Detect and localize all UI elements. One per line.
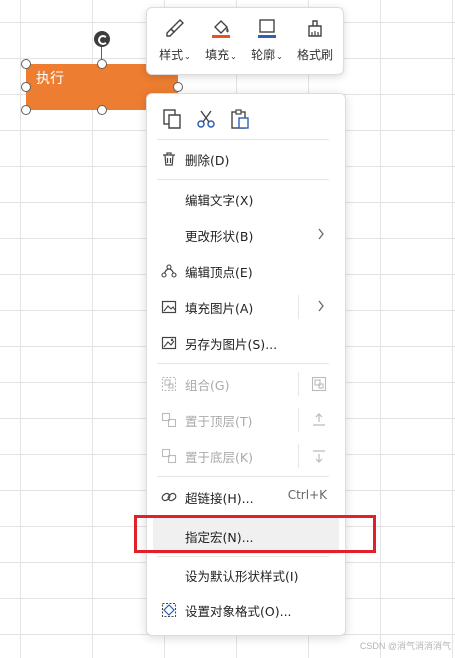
menu-item-fill-picture[interactable]: 填充图片(A) [153, 289, 339, 325]
menu-item-label: 设置对象格式(O)... [185, 604, 292, 619]
style-label: 样式 [159, 48, 184, 62]
resize-handle-bottom[interactable] [97, 105, 107, 115]
menu-item-format-object[interactable]: 设置对象格式(O)... [153, 592, 339, 628]
menu-separator [157, 139, 329, 140]
link-icon [161, 492, 177, 502]
menu-item-save-as-picture[interactable]: 另存为图片(S)... [153, 325, 339, 361]
menu-item-send-to-back[interactable]: 置于底层(K) [153, 438, 339, 474]
bring-to-front-icon [161, 412, 177, 428]
send-backward-icon[interactable] [311, 448, 327, 464]
style-button[interactable]: 样式⌄ [153, 8, 197, 74]
fill-bucket-icon [212, 20, 230, 38]
resize-handle-top-left[interactable] [21, 59, 31, 69]
menu-item-set-default-style[interactable]: 设为默认形状样式(I) [153, 557, 339, 593]
shape-text[interactable]: 执行 [36, 68, 64, 88]
menu-divider [298, 295, 299, 319]
format-object-icon [161, 602, 177, 618]
outline-label: 轮廓 [251, 48, 276, 62]
clipboard-row [147, 94, 345, 140]
menu-separator [157, 476, 329, 477]
menu-item-label: 超链接(H)... [185, 491, 254, 506]
menu-item-label: 组合(G) [185, 378, 230, 393]
menu-item-label: 置于顶层(T) [185, 414, 253, 429]
send-to-back-icon [161, 448, 177, 464]
chevron-right-icon [318, 300, 324, 312]
menu-divider [298, 372, 299, 396]
resize-handle-right[interactable] [173, 82, 183, 92]
menu-item-change-shape[interactable]: 更改形状(B) [153, 217, 339, 253]
menu-item-label: 删除(D) [185, 153, 230, 168]
menu-divider [298, 408, 299, 432]
menu-item-label: 设为默认形状样式(I) [185, 569, 299, 584]
menu-item-bring-to-front[interactable]: 置于顶层(T) [153, 402, 339, 438]
resize-handle-left[interactable] [21, 82, 31, 92]
menu-item-delete[interactable]: 删除(D) [153, 141, 339, 177]
menu-item-label: 另存为图片(S)... [185, 337, 278, 352]
context-menu: 删除(D) 编辑文字(X) 更改形状(B) 编辑顶点(E) 填充图片(A) 另存… [146, 93, 346, 636]
menu-separator [157, 179, 329, 180]
menu-divider [298, 444, 299, 468]
menu-item-edit-text[interactable]: 编辑文字(X) [153, 181, 339, 217]
menu-item-hyperlink[interactable]: 超链接(H)... Ctrl+K [153, 479, 339, 515]
resize-handle-bottom-left[interactable] [21, 105, 31, 115]
bring-forward-icon[interactable] [311, 412, 327, 428]
menu-item-group[interactable]: 组合(G) [153, 366, 339, 402]
resize-handle-top[interactable] [97, 59, 107, 69]
watermark: CSDN @消气消消消气 [359, 641, 451, 651]
format-painter-button[interactable]: 格式刷 [291, 8, 339, 74]
floating-format-toolbar: 样式⌄ 填充⌄ 轮廓⌄ 格式刷 [146, 7, 344, 75]
format-painter-icon [308, 20, 322, 37]
highlight-box [134, 515, 376, 553]
menu-item-label: 编辑顶点(E) [185, 265, 253, 280]
menu-item-label: 置于底层(K) [185, 450, 253, 465]
cut-icon[interactable] [195, 108, 217, 130]
menu-item-label: 编辑文字(X) [185, 193, 254, 208]
menu-item-edit-points[interactable]: 编辑顶点(E) [153, 253, 339, 289]
chevron-right-icon [318, 228, 324, 240]
copy-icon[interactable] [161, 108, 183, 130]
shortcut-hint: Ctrl+K [287, 488, 327, 502]
save-picture-icon [161, 336, 177, 350]
outline-button[interactable]: 轮廓⌄ [245, 8, 289, 74]
paste-icon[interactable] [229, 108, 251, 130]
menu-item-label: 更改形状(B) [185, 229, 254, 244]
rotate-handle-icon[interactable] [94, 31, 110, 47]
outline-icon [258, 19, 276, 38]
edit-points-icon [161, 264, 177, 278]
group-icon [161, 376, 177, 392]
fill-button[interactable]: 填充⌄ [199, 8, 243, 74]
picture-fill-icon [161, 300, 177, 314]
menu-separator [157, 363, 329, 364]
format-painter-label: 格式刷 [296, 48, 333, 62]
fill-label: 填充 [205, 48, 230, 62]
menu-item-label: 填充图片(A) [185, 301, 254, 316]
trash-icon [163, 152, 175, 166]
brush-style-icon [166, 19, 184, 37]
ungroup-icon[interactable] [311, 376, 327, 392]
